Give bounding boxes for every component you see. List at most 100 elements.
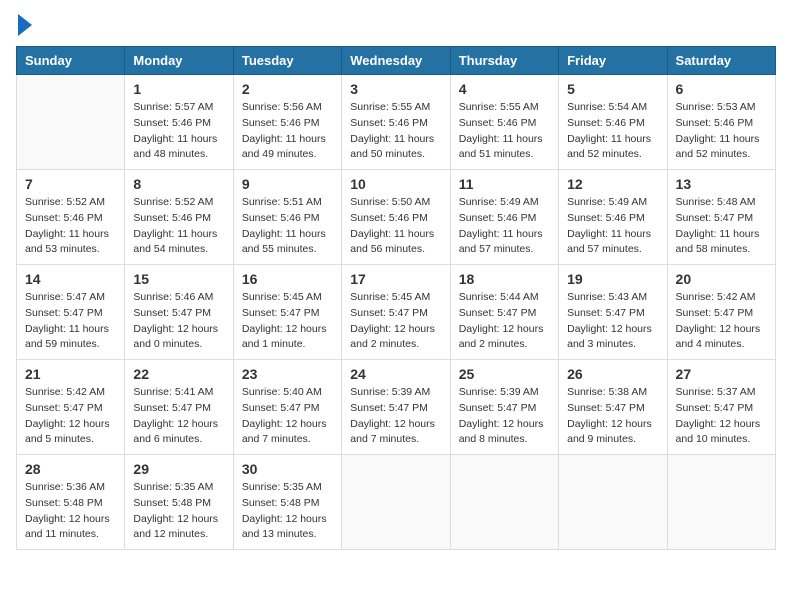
calendar-cell: [667, 455, 775, 550]
day-number: 30: [242, 461, 333, 477]
day-number: 15: [133, 271, 224, 287]
day-info: Sunrise: 5:35 AMSunset: 5:48 PMDaylight:…: [133, 480, 224, 543]
day-number: 22: [133, 366, 224, 382]
day-number: 18: [459, 271, 550, 287]
calendar-cell: 16 Sunrise: 5:45 AMSunset: 5:47 PMDayligh…: [233, 265, 341, 360]
day-info: Sunrise: 5:35 AMSunset: 5:48 PMDaylight:…: [242, 480, 333, 543]
calendar-cell: 6 Sunrise: 5:53 AMSunset: 5:46 PMDaylight…: [667, 75, 775, 170]
day-number: 21: [25, 366, 116, 382]
header-thursday: Thursday: [450, 47, 558, 75]
day-number: 8: [133, 176, 224, 192]
calendar-cell: 11 Sunrise: 5:49 AMSunset: 5:46 PMDayligh…: [450, 170, 558, 265]
header-sunday: Sunday: [17, 47, 125, 75]
day-info: Sunrise: 5:39 AMSunset: 5:47 PMDaylight:…: [459, 385, 550, 448]
day-info: Sunrise: 5:50 AMSunset: 5:46 PMDaylight:…: [350, 195, 441, 258]
calendar-cell: 1 Sunrise: 5:57 AMSunset: 5:46 PMDaylight…: [125, 75, 233, 170]
day-number: 13: [676, 176, 767, 192]
day-info: Sunrise: 5:39 AMSunset: 5:47 PMDaylight:…: [350, 385, 441, 448]
day-info: Sunrise: 5:49 AMSunset: 5:46 PMDaylight:…: [459, 195, 550, 258]
logo: [16, 16, 32, 36]
calendar-cell: [559, 455, 667, 550]
calendar-cell: 23Sunrise: 5:40 AMSunset: 5:47 PMDayligh…: [233, 360, 341, 455]
day-info: Sunrise: 5:55 AMSunset: 5:46 PMDaylight:…: [350, 100, 441, 163]
day-number: 9: [242, 176, 333, 192]
calendar-cell: 19 Sunrise: 5:43 AMSunset: 5:47 PMDayligh…: [559, 265, 667, 360]
calendar-cell: 18 Sunrise: 5:44 AMSunset: 5:47 PMDayligh…: [450, 265, 558, 360]
calendar-week-5: 28 Sunrise: 5:36 AMSunset: 5:48 PMDayligh…: [17, 455, 776, 550]
day-number: 16: [242, 271, 333, 287]
calendar-cell: 2Sunrise: 5:56 AMSunset: 5:46 PMDaylight…: [233, 75, 341, 170]
calendar-cell: 8 Sunrise: 5:52 AMSunset: 5:46 PMDaylight…: [125, 170, 233, 265]
day-info: Sunrise: 5:43 AMSunset: 5:47 PMDaylight:…: [567, 290, 658, 353]
day-info: Sunrise: 5:57 AMSunset: 5:46 PMDaylight:…: [133, 100, 224, 163]
day-number: 11: [459, 176, 550, 192]
calendar-week-1: 1 Sunrise: 5:57 AMSunset: 5:46 PMDaylight…: [17, 75, 776, 170]
calendar-cell: 15 Sunrise: 5:46 AMSunset: 5:47 PMDayligh…: [125, 265, 233, 360]
calendar-cell: 13 Sunrise: 5:48 AMSunset: 5:47 PMDayligh…: [667, 170, 775, 265]
day-info: Sunrise: 5:42 AMSunset: 5:47 PMDaylight:…: [25, 385, 116, 448]
day-info: Sunrise: 5:37 AMSunset: 5:47 PMDaylight:…: [676, 385, 767, 448]
calendar-cell: [342, 455, 450, 550]
page-header: [16, 16, 776, 36]
calendar-cell: 9Sunrise: 5:51 AMSunset: 5:46 PMDaylight…: [233, 170, 341, 265]
calendar-table: SundayMondayTuesdayWednesdayThursdayFrid…: [16, 46, 776, 550]
header-monday: Monday: [125, 47, 233, 75]
calendar-cell: 14 Sunrise: 5:47 AMSunset: 5:47 PMDayligh…: [17, 265, 125, 360]
calendar-cell: 26 Sunrise: 5:38 AMSunset: 5:47 PMDayligh…: [559, 360, 667, 455]
calendar-cell: 24 Sunrise: 5:39 AMSunset: 5:47 PMDayligh…: [342, 360, 450, 455]
calendar-week-2: 7Sunrise: 5:52 AMSunset: 5:46 PMDaylight…: [17, 170, 776, 265]
calendar-cell: 3 Sunrise: 5:55 AMSunset: 5:46 PMDaylight…: [342, 75, 450, 170]
day-info: Sunrise: 5:46 AMSunset: 5:47 PMDaylight:…: [133, 290, 224, 353]
day-number: 25: [459, 366, 550, 382]
day-info: Sunrise: 5:56 AMSunset: 5:46 PMDaylight:…: [242, 100, 333, 163]
day-info: Sunrise: 5:38 AMSunset: 5:47 PMDaylight:…: [567, 385, 658, 448]
day-number: 14: [25, 271, 116, 287]
day-info: Sunrise: 5:40 AMSunset: 5:47 PMDaylight:…: [242, 385, 333, 448]
calendar-cell: 30 Sunrise: 5:35 AMSunset: 5:48 PMDayligh…: [233, 455, 341, 550]
day-info: Sunrise: 5:42 AMSunset: 5:47 PMDaylight:…: [676, 290, 767, 353]
calendar-cell: 10 Sunrise: 5:50 AMSunset: 5:46 PMDayligh…: [342, 170, 450, 265]
day-number: 19: [567, 271, 658, 287]
day-number: 4: [459, 81, 550, 97]
header-tuesday: Tuesday: [233, 47, 341, 75]
day-info: Sunrise: 5:48 AMSunset: 5:47 PMDaylight:…: [676, 195, 767, 258]
calendar-cell: 27 Sunrise: 5:37 AMSunset: 5:47 PMDayligh…: [667, 360, 775, 455]
day-number: 27: [676, 366, 767, 382]
day-number: 29: [133, 461, 224, 477]
day-info: Sunrise: 5:45 AMSunset: 5:47 PMDaylight:…: [350, 290, 441, 353]
calendar-header-row: SundayMondayTuesdayWednesdayThursdayFrid…: [17, 47, 776, 75]
day-number: 26: [567, 366, 658, 382]
day-number: 10: [350, 176, 441, 192]
day-info: Sunrise: 5:49 AMSunset: 5:46 PMDaylight:…: [567, 195, 658, 258]
calendar-cell: 21 Sunrise: 5:42 AMSunset: 5:47 PMDayligh…: [17, 360, 125, 455]
calendar-cell: [17, 75, 125, 170]
calendar-cell: 12 Sunrise: 5:49 AMSunset: 5:46 PMDayligh…: [559, 170, 667, 265]
calendar-week-4: 21 Sunrise: 5:42 AMSunset: 5:47 PMDayligh…: [17, 360, 776, 455]
day-info: Sunrise: 5:54 AMSunset: 5:46 PMDaylight:…: [567, 100, 658, 163]
day-info: Sunrise: 5:52 AMSunset: 5:46 PMDaylight:…: [133, 195, 224, 258]
day-number: 3: [350, 81, 441, 97]
day-number: 24: [350, 366, 441, 382]
calendar-cell: 17 Sunrise: 5:45 AMSunset: 5:47 PMDayligh…: [342, 265, 450, 360]
day-info: Sunrise: 5:41 AMSunset: 5:47 PMDaylight:…: [133, 385, 224, 448]
day-info: Sunrise: 5:36 AMSunset: 5:48 PMDaylight:…: [25, 480, 116, 543]
day-number: 20: [676, 271, 767, 287]
day-info: Sunrise: 5:52 AMSunset: 5:46 PMDaylight:…: [25, 195, 116, 258]
day-number: 12: [567, 176, 658, 192]
day-number: 17: [350, 271, 441, 287]
day-info: Sunrise: 5:53 AMSunset: 5:46 PMDaylight:…: [676, 100, 767, 163]
calendar-cell: 25 Sunrise: 5:39 AMSunset: 5:47 PMDayligh…: [450, 360, 558, 455]
calendar-cell: 5Sunrise: 5:54 AMSunset: 5:46 PMDaylight…: [559, 75, 667, 170]
day-info: Sunrise: 5:45 AMSunset: 5:47 PMDaylight:…: [242, 290, 333, 353]
calendar-cell: 4 Sunrise: 5:55 AMSunset: 5:46 PMDaylight…: [450, 75, 558, 170]
day-number: 28: [25, 461, 116, 477]
calendar-cell: 20 Sunrise: 5:42 AMSunset: 5:47 PMDayligh…: [667, 265, 775, 360]
day-info: Sunrise: 5:47 AMSunset: 5:47 PMDaylight:…: [25, 290, 116, 353]
day-number: 6: [676, 81, 767, 97]
day-info: Sunrise: 5:55 AMSunset: 5:46 PMDaylight:…: [459, 100, 550, 163]
day-info: Sunrise: 5:44 AMSunset: 5:47 PMDaylight:…: [459, 290, 550, 353]
day-number: 1: [133, 81, 224, 97]
calendar-cell: 7Sunrise: 5:52 AMSunset: 5:46 PMDaylight…: [17, 170, 125, 265]
calendar-cell: 22 Sunrise: 5:41 AMSunset: 5:47 PMDayligh…: [125, 360, 233, 455]
header-saturday: Saturday: [667, 47, 775, 75]
